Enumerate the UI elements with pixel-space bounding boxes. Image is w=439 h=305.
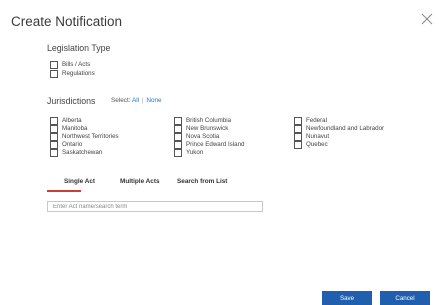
checkbox-label: Northwest Territories xyxy=(62,133,119,140)
dialog-title: Create Notification xyxy=(11,14,123,29)
checkbox[interactable] xyxy=(174,149,182,157)
select-label: Select: xyxy=(111,97,131,104)
checkbox[interactable] xyxy=(294,141,302,149)
checkbox-label: Regulations xyxy=(62,70,95,77)
checkbox-label: Alberta xyxy=(62,117,82,124)
checkbox[interactable] xyxy=(174,133,182,141)
checkbox-label: New Brunswick xyxy=(186,125,229,132)
checkbox-label: Nunavut xyxy=(306,133,330,140)
checkbox[interactable] xyxy=(174,141,182,149)
checkbox-label: Nova Scotia xyxy=(186,133,220,140)
checkbox[interactable] xyxy=(174,125,182,133)
select-all-none: Select: All | None xyxy=(111,97,162,104)
select-separator: | xyxy=(141,97,144,104)
save-button[interactable]: Save xyxy=(322,291,372,305)
tab-multiple-acts[interactable]: Multiple Acts xyxy=(120,178,160,185)
create-notification-dialog: Create Notification Legislation Type Bil… xyxy=(0,0,439,305)
jurisdiction-nunavut[interactable]: Nunavut xyxy=(294,133,329,141)
checkbox[interactable] xyxy=(50,149,58,157)
legislation-option-regulations[interactable]: Regulations xyxy=(50,70,95,78)
select-none-link[interactable]: None xyxy=(146,97,161,104)
act-search-input[interactable] xyxy=(47,201,263,212)
cancel-button[interactable]: Cancel xyxy=(380,291,430,305)
jurisdiction-alberta[interactable]: Alberta xyxy=(50,117,82,125)
jurisdiction-new-brunswick[interactable]: New Brunswick xyxy=(174,125,228,133)
checkbox[interactable] xyxy=(50,133,58,141)
jurisdiction-manitoba[interactable]: Manitoba xyxy=(50,125,87,133)
close-icon[interactable] xyxy=(421,13,433,25)
checkbox[interactable] xyxy=(50,61,58,69)
checkbox-label: Quebec xyxy=(306,141,328,148)
checkbox-label: Manitoba xyxy=(62,125,88,132)
checkbox[interactable] xyxy=(50,125,58,133)
checkbox[interactable] xyxy=(50,70,58,78)
tab-single-act[interactable]: Single Act xyxy=(64,178,95,185)
select-all-link[interactable]: All xyxy=(132,97,139,104)
checkbox-label: British Columbia xyxy=(186,117,232,124)
checkbox[interactable] xyxy=(50,141,58,149)
active-tab-indicator xyxy=(47,190,81,192)
checkbox-label: Bills / Acts xyxy=(62,61,91,68)
jurisdiction-nova-scotia[interactable]: Nova Scotia xyxy=(174,133,219,141)
legislation-type-heading: Legislation Type xyxy=(47,43,111,53)
checkbox[interactable] xyxy=(294,133,302,141)
checkbox-label: Newfoundland and Labrador xyxy=(306,125,385,132)
legislation-option-bills-acts[interactable]: Bills / Acts xyxy=(50,61,90,69)
jurisdiction-quebec[interactable]: Quebec xyxy=(294,141,328,149)
checkbox[interactable] xyxy=(50,117,58,125)
jurisdiction-federal[interactable]: Federal xyxy=(294,117,327,125)
checkbox-label: Yukon xyxy=(186,149,204,156)
checkbox-label: Saskatchewan xyxy=(62,149,103,156)
checkbox-label: Ontario xyxy=(62,141,83,148)
checkbox[interactable] xyxy=(294,125,302,133)
jurisdiction-newfoundland-and-labrador[interactable]: Newfoundland and Labrador xyxy=(294,125,384,133)
jurisdiction-prince-edward-island[interactable]: Prince Edward Island xyxy=(174,141,244,149)
checkbox[interactable] xyxy=(294,117,302,125)
jurisdiction-northwest-territories[interactable]: Northwest Territories xyxy=(50,133,119,141)
jurisdiction-ontario[interactable]: Ontario xyxy=(50,141,82,149)
checkbox-label: Prince Edward Island xyxy=(186,141,245,148)
jurisdiction-yukon[interactable]: Yukon xyxy=(174,149,203,157)
tab-search-from-list[interactable]: Search from List xyxy=(177,178,227,185)
jurisdiction-british-columbia[interactable]: British Columbia xyxy=(174,117,231,125)
checkbox-label: Federal xyxy=(306,117,327,124)
jurisdictions-heading: Jurisdictions xyxy=(47,96,96,106)
jurisdiction-saskatchewan[interactable]: Saskatchewan xyxy=(50,149,102,157)
checkbox[interactable] xyxy=(174,117,182,125)
